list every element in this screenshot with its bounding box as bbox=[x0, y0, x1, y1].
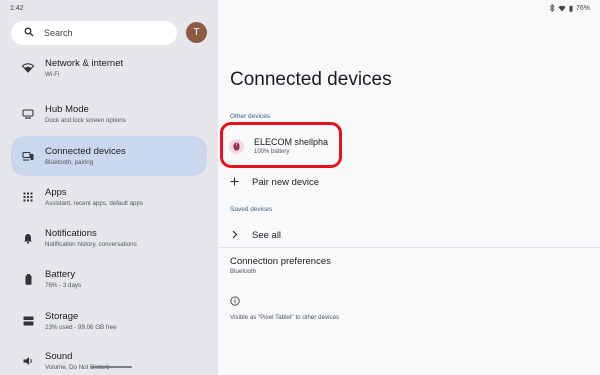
sidebar-item-subtitle: Bluetooth, pairing bbox=[45, 159, 94, 166]
sidebar-item-sound[interactable]: Sound Volume, Do Not Disturb bbox=[11, 341, 207, 375]
search-icon bbox=[24, 24, 34, 42]
wifi-icon bbox=[11, 63, 45, 73]
connected-devices-icon bbox=[11, 151, 45, 161]
sidebar-item-storage[interactable]: Storage 23% used - 99.06 GB free bbox=[11, 301, 207, 341]
sidebar-item-title: Sound bbox=[45, 351, 73, 362]
sidebar-item-battery[interactable]: Battery 76% - 3 days bbox=[11, 259, 207, 299]
battery-status-icon bbox=[569, 5, 573, 12]
status-icons: 76% bbox=[549, 4, 590, 12]
sidebar-item-title: Storage bbox=[45, 311, 79, 322]
see-all-label: See all bbox=[252, 229, 282, 241]
apps-grid-icon bbox=[11, 192, 45, 202]
page-title: Connected devices bbox=[230, 69, 392, 90]
sidebar-item-connected-devices[interactable]: Connected devices Bluetooth, pairing bbox=[11, 136, 207, 176]
visibility-notice: Visible as “Pixel Tablet” to other devic… bbox=[230, 314, 340, 321]
sidebar-item-notifications[interactable]: Notifications Notification history, conv… bbox=[11, 218, 207, 258]
connection-preferences-subtitle: Bluetooth bbox=[230, 268, 257, 275]
sidebar-item-subtitle: Assistant, recent apps, default apps bbox=[45, 200, 144, 207]
info-icon bbox=[230, 293, 240, 311]
sidebar-item-subtitle: Notification history, conversations bbox=[45, 241, 137, 248]
avatar[interactable]: T bbox=[186, 22, 207, 43]
search-bar[interactable]: Search bbox=[11, 21, 177, 45]
sidebar-item-subtitle: 23% used - 99.06 GB free bbox=[45, 324, 117, 331]
sidebar-item-title: Notifications bbox=[45, 228, 97, 239]
sidebar-item-subtitle: Dock and lock screen options bbox=[45, 117, 126, 124]
dock-icon bbox=[11, 109, 45, 119]
storage-icon bbox=[11, 316, 45, 326]
pair-new-device-label: Pair new device bbox=[252, 176, 320, 188]
other-devices-label: Other devices bbox=[230, 113, 271, 120]
sidebar-item-title: Connected devices bbox=[45, 146, 126, 157]
connection-preferences-title[interactable]: Connection preferences bbox=[230, 256, 331, 267]
sidebar-item-title: Hub Mode bbox=[45, 104, 89, 115]
plus-icon bbox=[230, 173, 239, 191]
chevron-right-icon bbox=[230, 226, 239, 244]
bluetooth-icon bbox=[549, 4, 555, 12]
pair-new-device-row[interactable]: Pair new device bbox=[230, 173, 319, 191]
bell-icon bbox=[11, 233, 45, 244]
search-placeholder: Search bbox=[44, 28, 73, 38]
sidebar-item-title: Network & internet bbox=[45, 58, 124, 69]
status-time: 1:42 bbox=[10, 5, 24, 12]
settings-sidebar: 1:42 Search T Network & internet Wi-Fi H… bbox=[0, 0, 218, 375]
sidebar-item-hub-mode[interactable]: Hub Mode Dock and lock screen options bbox=[11, 94, 207, 134]
see-all-row[interactable]: See all bbox=[230, 226, 281, 244]
gesture-bar[interactable] bbox=[90, 366, 132, 368]
sidebar-item-title: Battery bbox=[45, 269, 76, 280]
connected-devices-page: 76% Connected devices Other devices ELEC… bbox=[218, 0, 600, 375]
highlight-box bbox=[220, 122, 342, 168]
divider bbox=[218, 247, 600, 248]
volume-icon bbox=[11, 356, 45, 366]
sidebar-item-title: Apps bbox=[45, 187, 67, 198]
sidebar-item-network[interactable]: Network & internet Wi-Fi bbox=[11, 48, 207, 88]
sidebar-item-subtitle: 76% - 3 days bbox=[45, 282, 82, 289]
wifi-status-icon bbox=[558, 5, 566, 12]
battery-icon bbox=[11, 273, 45, 285]
saved-devices-label: Saved devices bbox=[230, 206, 273, 213]
battery-percent: 76% bbox=[575, 4, 590, 12]
sidebar-item-subtitle: Wi-Fi bbox=[45, 71, 60, 78]
sidebar-item-apps[interactable]: Apps Assistant, recent apps, default app… bbox=[11, 177, 207, 217]
